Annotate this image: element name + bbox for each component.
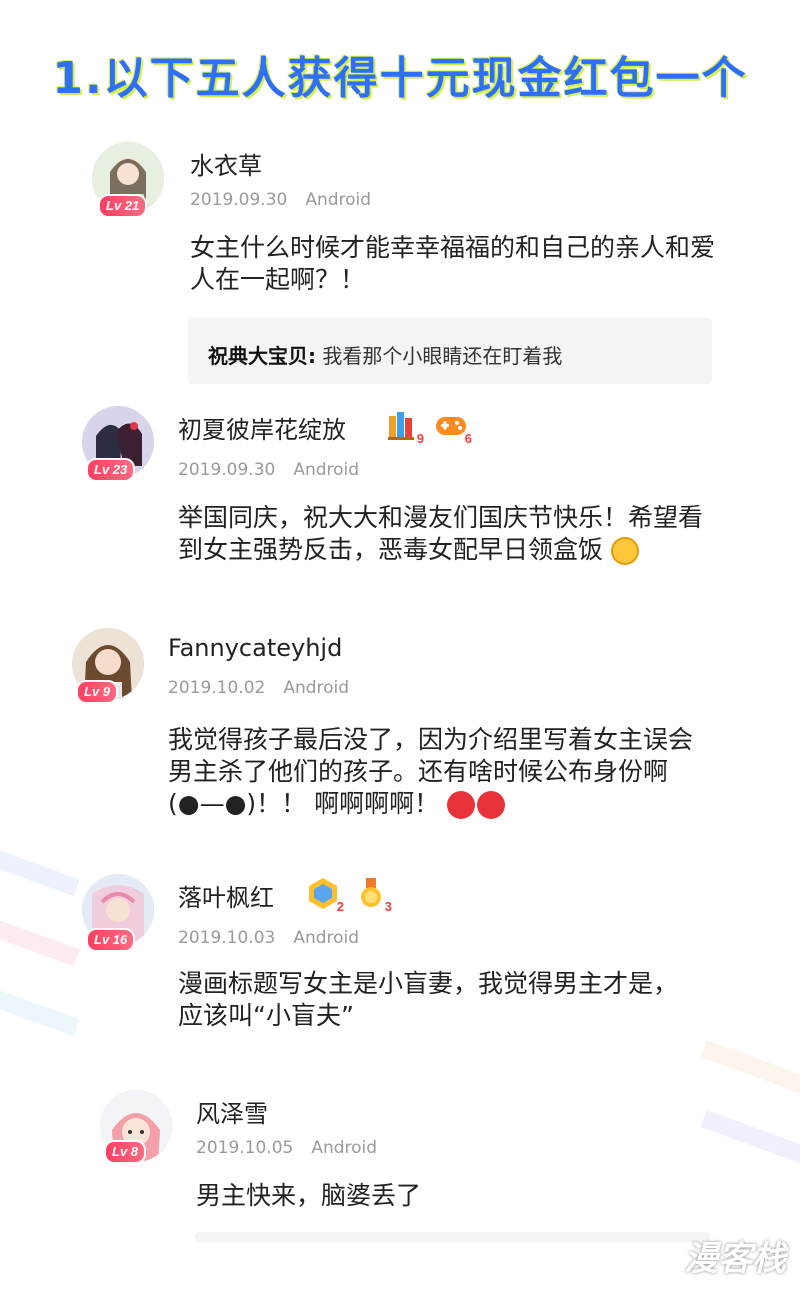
username[interactable]: Fannycateyhjd [168, 634, 342, 662]
comment-meta: 2019.09.30 Android [178, 460, 359, 480]
username[interactable]: 落叶枫红 [178, 878, 274, 913]
comment-text: 男主快来，脑婆丢了 [196, 1181, 422, 1210]
level-badge: Lv 23 [86, 458, 136, 482]
badge-count: 9 [416, 431, 424, 446]
comment-date: 2019.10.03 [178, 928, 276, 948]
books-badge-icon: 9 [386, 408, 424, 446]
angry-emoji-icon [477, 791, 506, 819]
badge-count: 6 [464, 431, 472, 446]
comment-date: 2019.09.30 [190, 190, 288, 210]
comment-meta: 2019.10.05 Android [196, 1138, 377, 1158]
decor-stripe [700, 1040, 800, 1098]
gamepad-badge-icon: 6 [434, 408, 472, 446]
comment-meta: 2019.10.03 Android [178, 928, 359, 948]
reply-box[interactable]: 祝典大宝贝: 我看那个小眼睛还在盯着我 [188, 318, 712, 384]
level-badge: Lv 16 [86, 928, 136, 952]
username[interactable]: 风泽雪 [196, 1094, 268, 1129]
comment-platform: Android [293, 460, 360, 480]
comment-text-content: 我觉得孩子最后没了，因为介绍里写着女主误会男主杀了他们的孩子。还有啥时候公布身份… [168, 725, 694, 818]
banner-title: 1.以下五人获得十元现金红包一个 [52, 53, 748, 104]
comment-meta: 2019.10.02 Android [168, 678, 349, 698]
comment-platform: Android [283, 678, 350, 698]
watermark-logo: 漫客栈 [684, 1239, 786, 1279]
comment-text: 漫画标题写女主是小盲妻，我觉得男主才是，应该叫“小盲夫” [178, 969, 679, 1030]
level-badge: Lv 8 [104, 1140, 147, 1164]
decor-stripe [0, 911, 80, 967]
reply-text: 我看那个小眼睛还在盯着我 [322, 344, 563, 368]
reply-author[interactable]: 祝典大宝贝: [208, 344, 316, 368]
dizzy-emoji-icon [610, 537, 639, 565]
comment-date: 2019.10.02 [168, 678, 266, 698]
level-badge: Lv 21 [98, 194, 148, 218]
comment-date: 2019.09.30 [178, 460, 276, 480]
comment-platform: Android [293, 928, 360, 948]
badge-count: 3 [384, 899, 392, 914]
comment-text: 女主什么时候才能幸幸福福的和自己的亲人和爱人在一起啊？！ [190, 233, 716, 294]
comment-platform: Android [305, 190, 372, 210]
username[interactable]: 初夏彼岸花绽放 [178, 410, 346, 445]
decor-stripe [700, 1110, 800, 1168]
decor-stripe [0, 841, 80, 897]
comment-meta: 2019.09.30 Android [190, 190, 371, 210]
badge-count: 2 [336, 899, 344, 914]
comment-date: 2019.10.05 [196, 1138, 294, 1158]
medal-badge-icon: 3 [354, 876, 392, 914]
comment-text: 举国同庆，祝大大和漫友们国庆节快乐！希望看到女主强势反击，恶毒女配早日领盒饭 [178, 502, 708, 566]
reply-box[interactable] [195, 1232, 710, 1242]
username[interactable]: 水衣草 [190, 146, 262, 181]
level-badge: Lv 9 [76, 680, 119, 704]
comment-platform: Android [311, 1138, 378, 1158]
decor-stripe [0, 981, 80, 1037]
hexagon-badge-icon: 2 [306, 876, 344, 914]
angry-emoji-icon [447, 791, 476, 819]
comment-text: 我觉得孩子最后没了，因为介绍里写着女主误会男主杀了他们的孩子。还有啥时候公布身份… [168, 724, 698, 820]
